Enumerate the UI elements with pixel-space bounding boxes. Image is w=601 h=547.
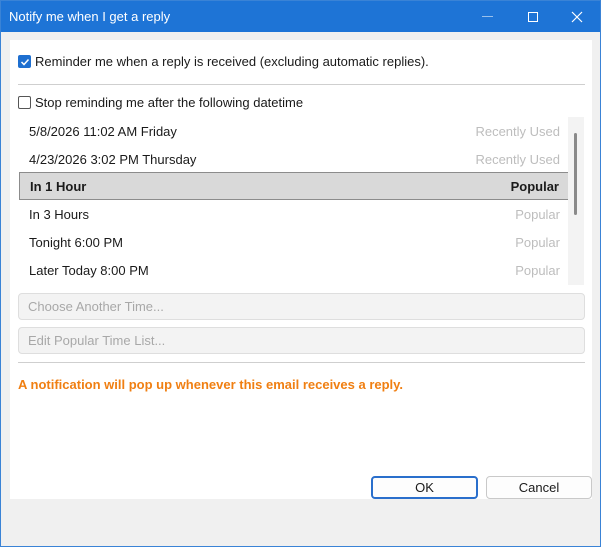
item-label: 5/8/2026 11:02 AM Friday: [29, 123, 177, 139]
reminder-label: Reminder me when a reply is received (ex…: [35, 54, 429, 69]
divider: [18, 84, 585, 85]
maximize-icon: [528, 11, 538, 22]
item-tag: Recently Used: [475, 151, 560, 167]
item-label: Later Today 8:00 PM: [29, 262, 149, 278]
minimize-button[interactable]: [464, 1, 510, 32]
stop-label: Stop reminding me after the following da…: [35, 95, 304, 110]
scrollbar-thumb[interactable]: [574, 133, 577, 215]
list-item[interactable]: In 3 Hours Popular: [19, 200, 570, 228]
cancel-button[interactable]: Cancel: [486, 476, 592, 499]
item-tag: Popular: [510, 178, 559, 194]
stop-option[interactable]: Stop reminding me after the following da…: [18, 95, 303, 110]
notification-notice: A notification will pop up whenever this…: [18, 377, 404, 392]
maximize-button[interactable]: [510, 1, 556, 32]
ok-button[interactable]: OK: [371, 476, 478, 499]
list-item[interactable]: Later Today 8:00 PM Popular: [19, 256, 570, 284]
item-label: In 1 Hour: [30, 178, 87, 194]
list-scrollbar[interactable]: [568, 117, 584, 285]
item-label: 4/23/2026 3:02 PM Thursday: [29, 151, 197, 167]
reminder-checkbox[interactable]: [18, 55, 31, 68]
minimize-icon: [481, 16, 493, 17]
divider: [18, 362, 585, 363]
close-button[interactable]: [554, 1, 600, 32]
item-tag: Popular: [515, 234, 560, 250]
list-item[interactable]: 4/23/2026 3:02 PM Thursday Recently Used: [19, 145, 570, 173]
dialog-window: Notify me when I get a reply Reminder me…: [0, 0, 601, 547]
list-item[interactable]: Tonight 6:00 PM Popular: [19, 228, 570, 256]
dialog-content: Reminder me when a reply is received (ex…: [10, 40, 592, 499]
time-list[interactable]: 5/8/2026 11:02 AM Friday Recently Used 4…: [19, 117, 575, 285]
item-label: Tonight 6:00 PM: [29, 234, 123, 250]
list-item[interactable]: 5/8/2026 11:02 AM Friday Recently Used: [19, 117, 570, 145]
window-title: Notify me when I get a reply: [9, 9, 171, 24]
list-item-selected[interactable]: In 1 Hour Popular: [19, 172, 570, 200]
checkmark-icon: [20, 58, 29, 66]
item-label: In 3 Hours: [29, 206, 89, 222]
choose-another-time-button[interactable]: Choose Another Time...: [18, 293, 585, 320]
stop-checkbox[interactable]: [18, 96, 31, 109]
reminder-option[interactable]: Reminder me when a reply is received (ex…: [18, 54, 429, 69]
title-bar[interactable]: Notify me when I get a reply: [1, 1, 600, 32]
close-icon: [571, 11, 583, 22]
edit-popular-time-list-button[interactable]: Edit Popular Time List...: [18, 327, 585, 354]
item-tag: Recently Used: [475, 123, 560, 139]
item-tag: Popular: [515, 206, 560, 222]
item-tag: Popular: [515, 262, 560, 278]
